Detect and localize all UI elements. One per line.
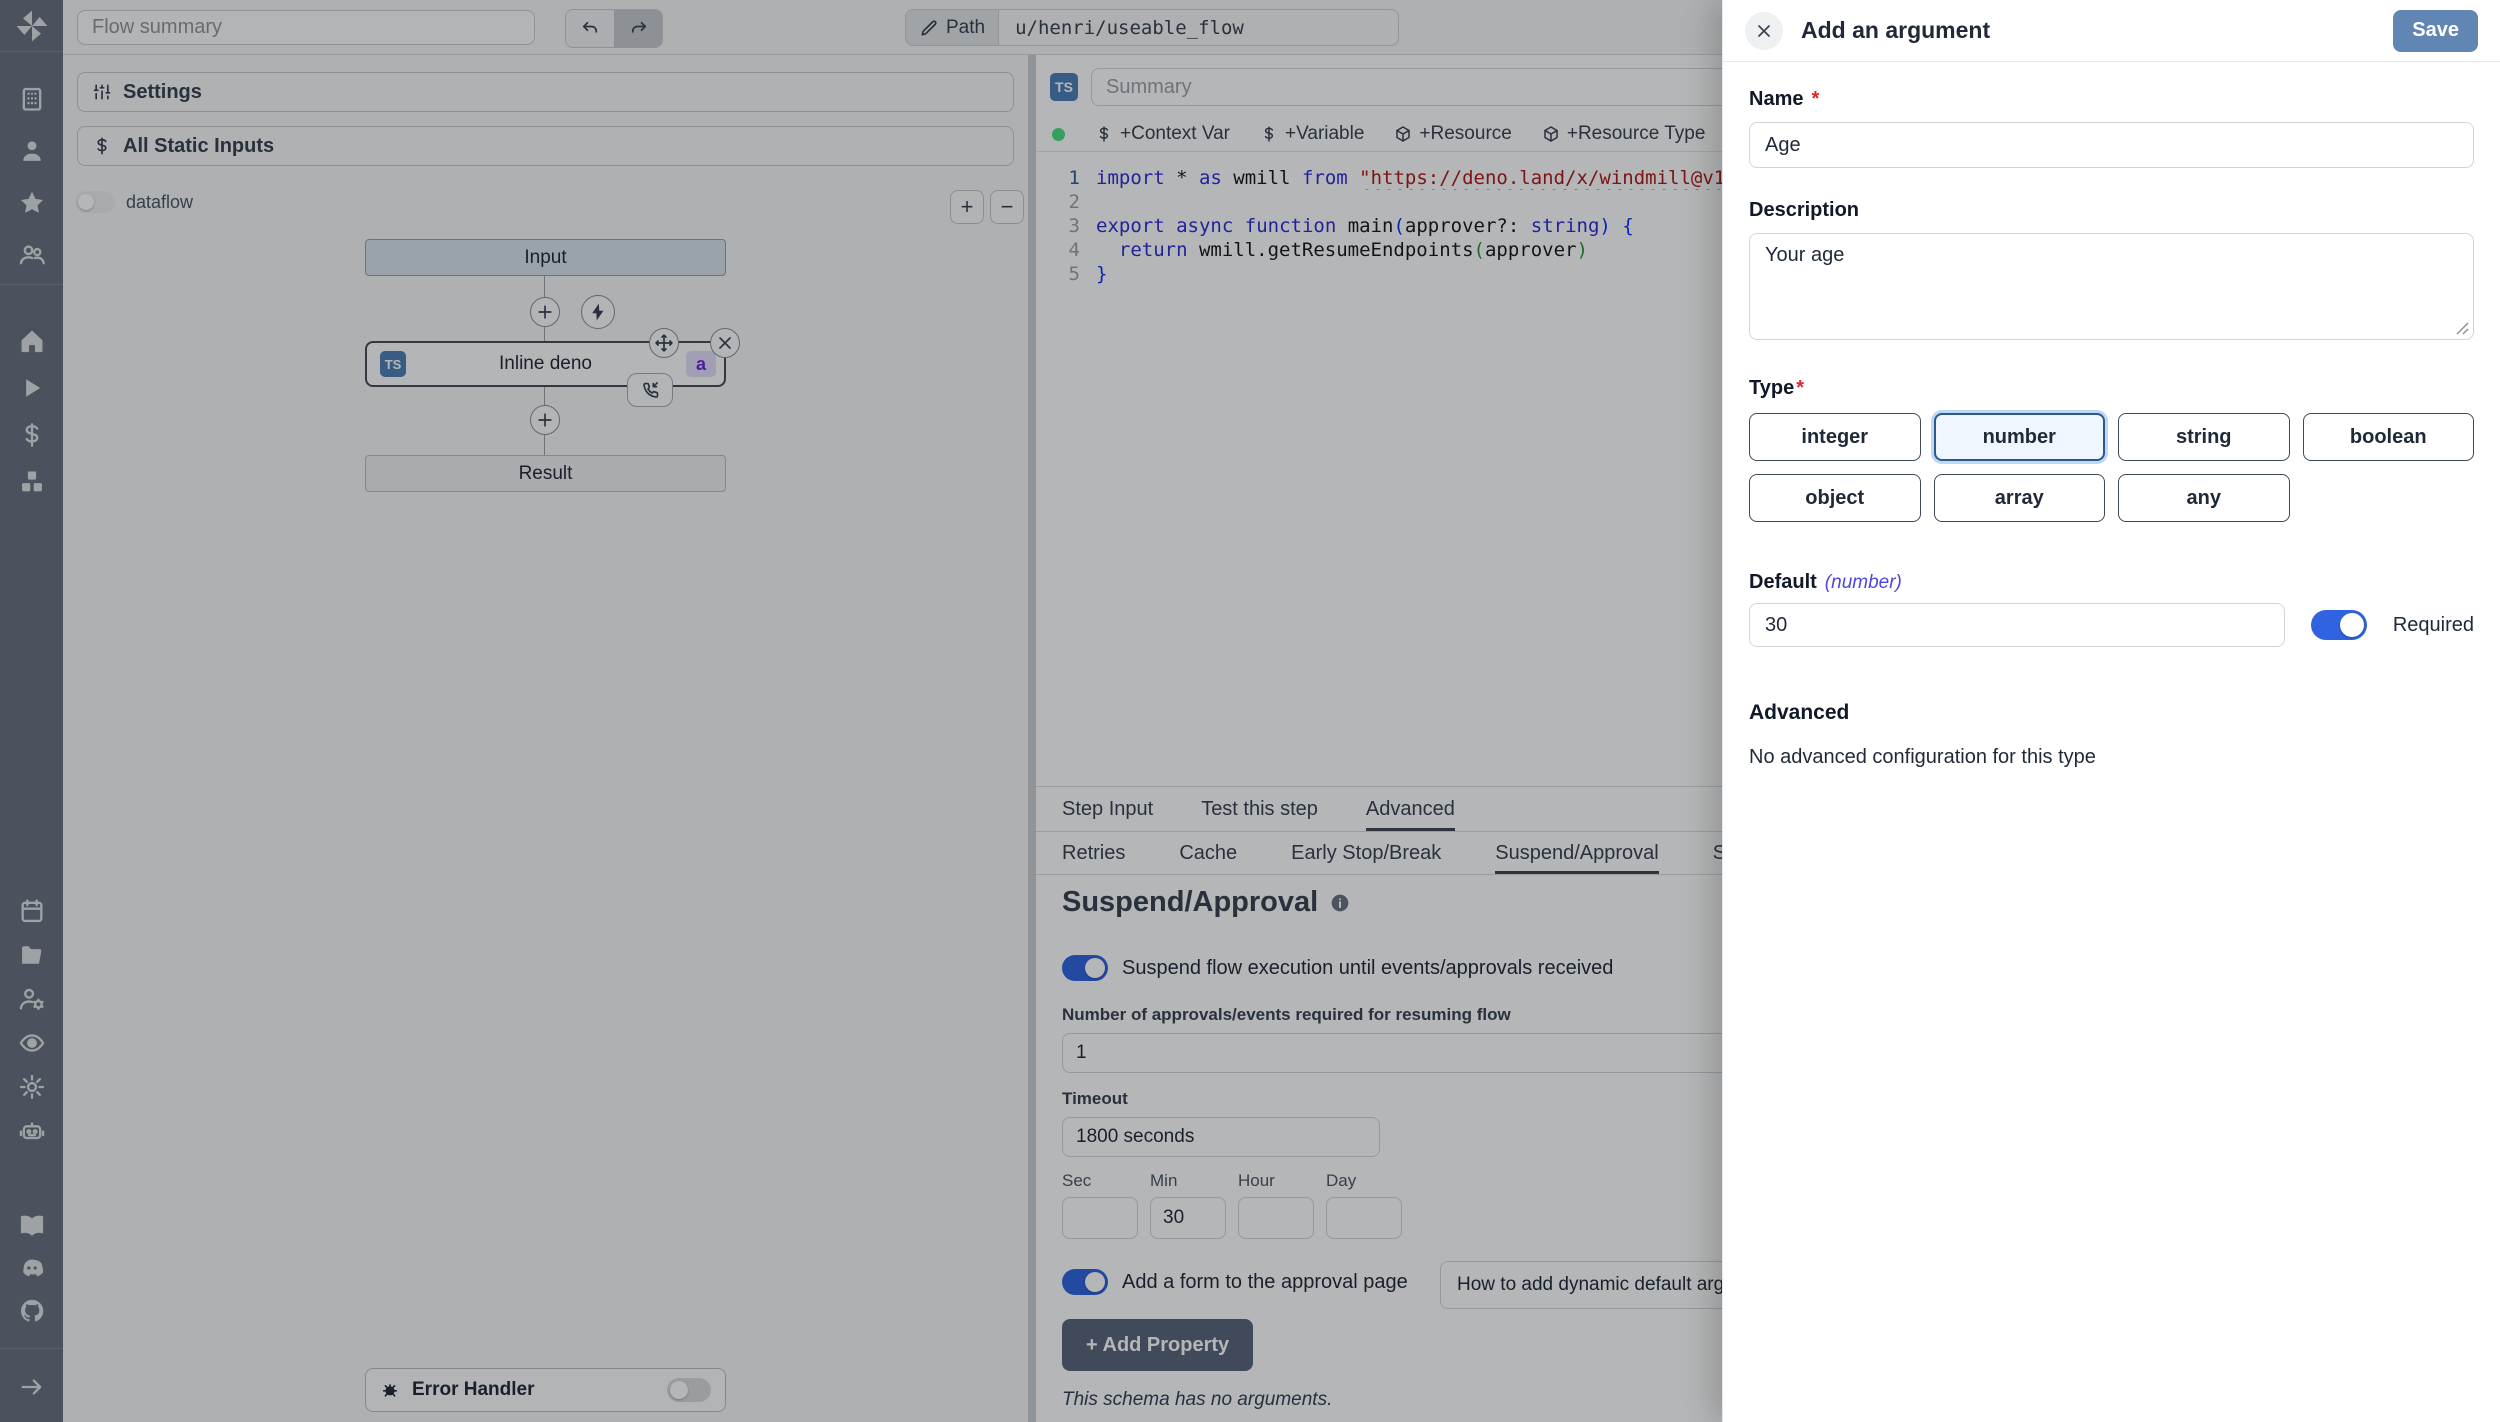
advanced-label: Advanced	[1749, 701, 2474, 725]
description-label: Description	[1749, 199, 2474, 222]
default-type-hint: (number)	[1825, 572, 1902, 594]
close-button[interactable]	[1745, 12, 1783, 50]
close-icon	[1754, 21, 1774, 41]
drawer-body: Name * Description Your age Type * integ…	[1723, 62, 2500, 795]
type-option-boolean[interactable]: boolean	[2303, 413, 2475, 461]
required-toggle[interactable]	[2311, 610, 2367, 640]
type-option-integer[interactable]: integer	[1749, 413, 1921, 461]
default-value-input[interactable]	[1749, 603, 2285, 647]
type-option-array[interactable]: array	[1934, 474, 2106, 522]
name-label: Name	[1749, 88, 1803, 111]
type-label-row: Type *	[1749, 377, 2474, 400]
default-row: Required	[1749, 603, 2474, 647]
drawer-title: Add an argument	[1801, 17, 2375, 44]
name-label-row: Name *	[1749, 88, 2474, 111]
default-label: Default	[1749, 571, 1817, 594]
drawer-header: Add an argument Save	[1723, 0, 2500, 62]
name-input[interactable]	[1749, 122, 2474, 168]
advanced-note: No advanced configuration for this type	[1749, 746, 2474, 769]
save-button[interactable]: Save	[2393, 10, 2478, 52]
modal-overlay[interactable]	[0, 0, 1722, 1422]
required-toggle-label: Required	[2393, 614, 2474, 637]
type-label: Type	[1749, 377, 1794, 400]
required-star: *	[1796, 377, 1804, 400]
type-option-string[interactable]: string	[2118, 413, 2290, 461]
add-argument-drawer: Add an argument Save Name * Description …	[1722, 0, 2500, 1422]
type-option-any[interactable]: any	[2118, 474, 2290, 522]
default-label-row: Default (number)	[1749, 571, 2474, 594]
type-option-object[interactable]: object	[1749, 474, 1921, 522]
description-textarea[interactable]: Your age	[1749, 233, 2474, 340]
type-option-number[interactable]: number	[1934, 413, 2106, 461]
required-star: *	[1811, 88, 1819, 111]
